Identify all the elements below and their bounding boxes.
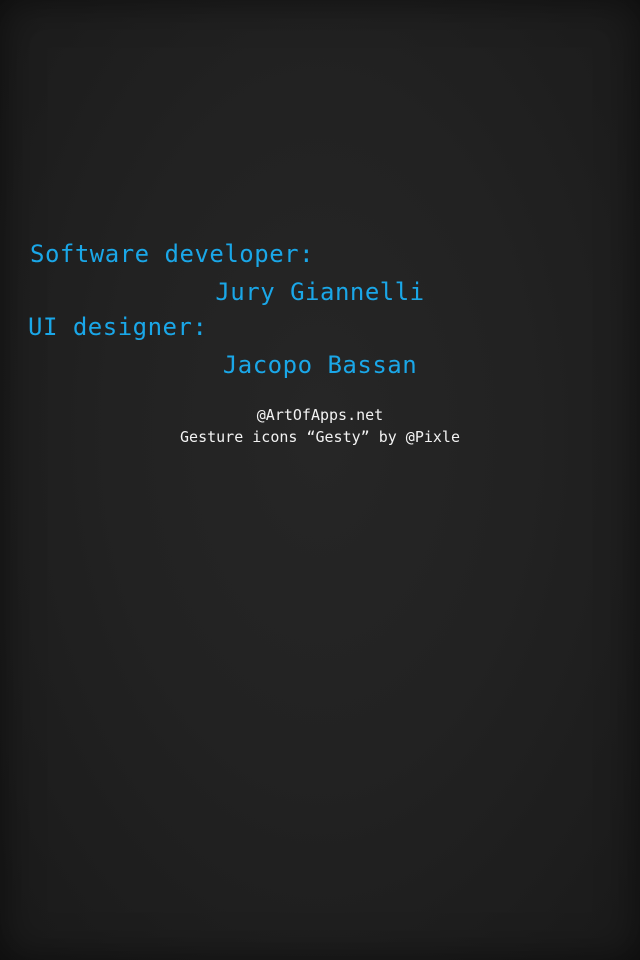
icons-credit: Gesture icons “Gesty” by @Pixle <box>180 428 460 446</box>
software-developer-name: Jury Giannelli <box>215 278 425 306</box>
credits-screen: Software developer: Jury Giannelli UI de… <box>0 0 640 960</box>
website-link[interactable]: @ArtOfApps.net <box>0 408 640 423</box>
ui-designer-label: UI designer: <box>28 313 208 341</box>
background-vignette <box>0 0 640 960</box>
ui-designer-name: Jacopo Bassan <box>222 351 418 379</box>
software-developer-label: Software developer: <box>30 240 315 268</box>
